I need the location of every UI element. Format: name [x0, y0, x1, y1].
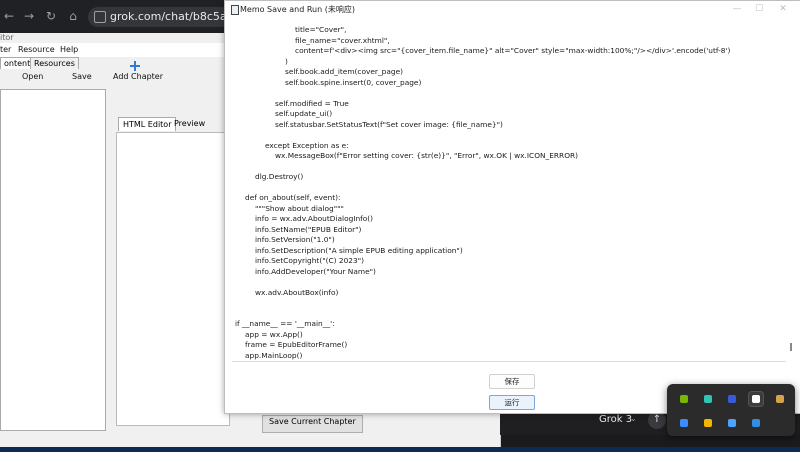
bag-icon[interactable]: [773, 392, 787, 406]
home-icon[interactable]: ⌂: [66, 9, 80, 23]
code-line: app = wx.App(): [245, 329, 303, 339]
back-icon[interactable]: ←: [2, 9, 16, 23]
bag-icon-glyph: [776, 395, 784, 403]
memo-window-title: Memo Save and Run (未响应): [240, 5, 355, 14]
memo-titlebar[interactable]: Memo Save and Run (未响应) — ☐ ✕: [225, 1, 800, 18]
tray-overflow-popup: [667, 384, 795, 436]
add-chapter-button[interactable]: Add Chapter: [113, 72, 163, 81]
network-icon[interactable]: [725, 416, 739, 430]
code-line: content=f'<div><img src="{cover_item.fil…: [295, 46, 731, 55]
code-line: self.update_ui(): [275, 109, 333, 118]
code-scrollbar[interactable]: [788, 21, 794, 357]
tab-preview[interactable]: Preview: [170, 117, 209, 130]
code-line: info.SetDescription("A simple EPUB editi…: [255, 245, 463, 255]
code-line: info.SetName("EPUB Editor"): [255, 224, 362, 234]
nvidia-icon[interactable]: [677, 392, 691, 406]
reload-icon[interactable]: ↻: [44, 9, 58, 23]
code-line: wx.MessageBox(f"Error setting cover: {st…: [275, 151, 579, 160]
code-line: if __name__ == '__main__':: [235, 319, 335, 328]
app-icon-glyph: [728, 395, 736, 403]
code-line: self.statusbar.SetStatusText(f"Set cover…: [275, 119, 503, 129]
code-line: self.book.spine.insert(0, cover_page): [285, 77, 422, 87]
code-line: def on_about(self, event):: [245, 193, 341, 202]
code-line: file_name="cover.xhtml",: [295, 35, 390, 45]
store-icon[interactable]: [749, 416, 763, 430]
taskbar-strip: [0, 447, 800, 452]
save-button[interactable]: Save: [72, 72, 92, 81]
code-line: """Show about dialog""": [255, 203, 344, 213]
code-line: app.MainLoop(): [245, 350, 303, 360]
security-icon-glyph: [704, 419, 712, 427]
open-button[interactable]: Open: [22, 72, 43, 81]
close-icon[interactable]: ✕: [777, 4, 789, 14]
scroll-thumb[interactable]: [790, 343, 792, 351]
code-line: info.SetVersion("1.0"): [255, 235, 335, 244]
code-line: info = wx.adv.AboutDialogInfo(): [255, 214, 374, 223]
grid-icon-glyph: [752, 395, 760, 403]
memo-window: Memo Save and Run (未响应) — ☐ ✕ title="Cov…: [224, 0, 800, 414]
bluetooth-icon[interactable]: [677, 416, 691, 430]
store-icon-glyph: [752, 419, 760, 427]
menu-chapter[interactable]: ter: [0, 45, 11, 54]
menu-resource[interactable]: Resource: [18, 45, 55, 54]
code-line: title="Cover",: [295, 25, 347, 34]
save-memo-button[interactable]: 保存: [489, 374, 535, 389]
menu-help[interactable]: Help: [60, 45, 78, 54]
code-editor[interactable]: title="Cover", file_name="cover.xhtml", co…: [232, 18, 786, 362]
memo-app-icon: [231, 5, 239, 15]
forward-icon[interactable]: →: [22, 9, 36, 23]
app-icon[interactable]: [725, 392, 739, 406]
minimize-icon[interactable]: —: [731, 4, 743, 14]
html-editor-textarea[interactable]: [116, 132, 230, 426]
code-line: info.SetCopyright("(C) 2023"): [255, 256, 364, 265]
shield-icon[interactable]: [701, 392, 715, 406]
nvidia-icon-glyph: [680, 395, 688, 403]
code-line: dlg.Destroy(): [255, 172, 304, 181]
site-info-icon[interactable]: [94, 11, 106, 23]
save-current-chapter-button[interactable]: Save Current Chapter: [262, 415, 363, 433]
add-chapter-icon[interactable]: [130, 61, 140, 71]
code-line: frame = EpubEditorFrame(): [245, 340, 348, 349]
code-line: wx.adv.AboutBox(info): [255, 287, 339, 297]
network-icon-glyph: [728, 419, 736, 427]
toolbar: Open Save Add Chapter: [0, 58, 180, 84]
grid-icon[interactable]: [748, 391, 764, 407]
code-line: self.book.add_item(cover_page): [285, 67, 403, 76]
bluetooth-icon-glyph: [680, 419, 688, 427]
model-selector[interactable]: Grok 3: [599, 414, 632, 425]
maximize-icon[interactable]: ☐: [753, 4, 765, 14]
chevron-down-icon[interactable]: ⌄: [630, 414, 637, 423]
code-line: self.modified = True: [275, 98, 349, 108]
tab-html-editor[interactable]: HTML Editor: [118, 117, 177, 131]
contents-tree[interactable]: [0, 89, 106, 431]
code-line: info.AddDeveloper("Your Name"): [255, 266, 376, 276]
run-button[interactable]: 运行: [489, 395, 535, 410]
security-icon[interactable]: [701, 416, 715, 430]
code-line: ): [285, 56, 288, 66]
shield-icon-glyph: [704, 395, 712, 403]
address-bar[interactable]: grok.com/chat/b8c5a327-7: [88, 7, 259, 27]
code-line: except Exception as e:: [265, 140, 349, 150]
